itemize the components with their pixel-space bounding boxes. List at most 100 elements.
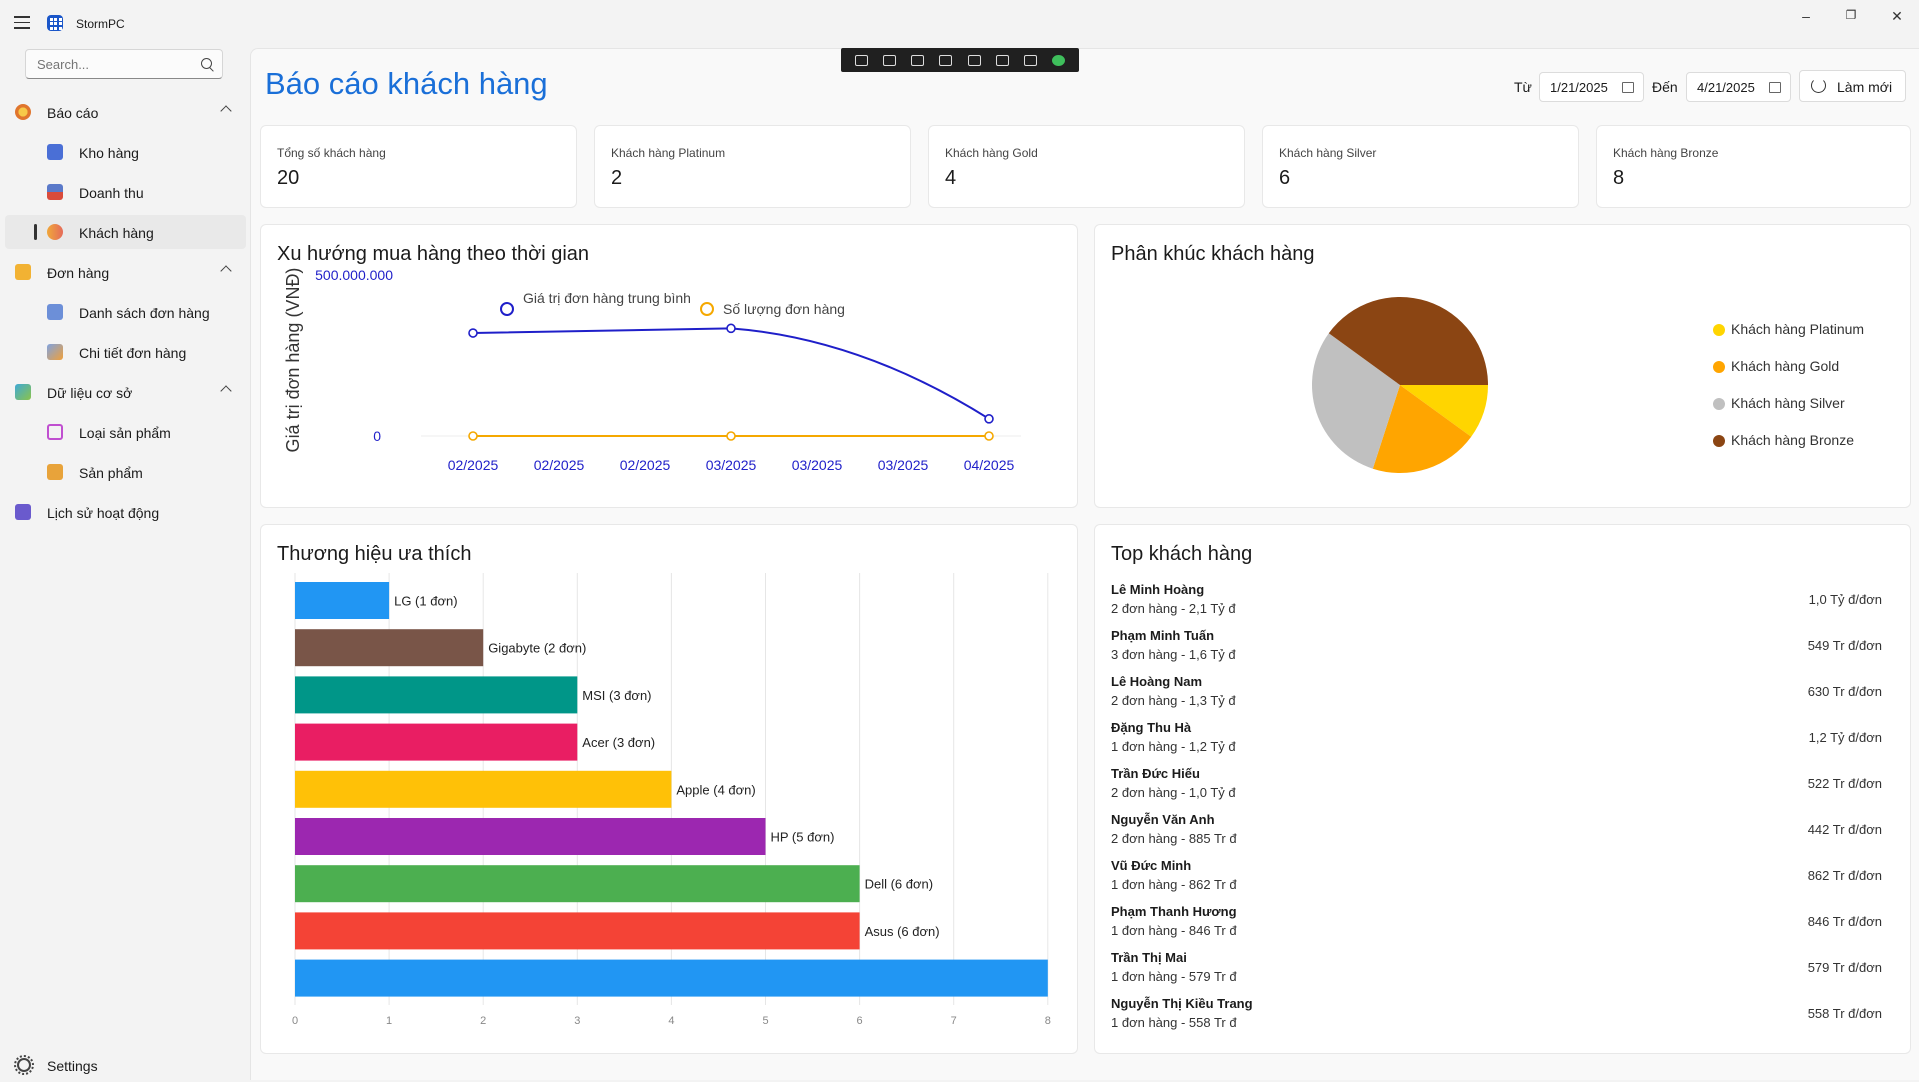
bar bbox=[295, 723, 578, 761]
bar-label: Apple (4 đơn) bbox=[676, 782, 755, 797]
sidebar-item-label: Khách hàng bbox=[79, 225, 154, 241]
search-icon[interactable] bbox=[201, 58, 212, 69]
from-label: Từ bbox=[1514, 79, 1532, 95]
stat-value: 4 bbox=[945, 167, 957, 189]
frame-icon[interactable] bbox=[939, 54, 953, 66]
calendar-icon[interactable] bbox=[1769, 82, 1781, 93]
stat-card-silver: Khách hàng Silver 6 bbox=[1262, 125, 1579, 208]
stat-value: 2 bbox=[611, 167, 623, 189]
floating-debug-toolbar[interactable] bbox=[841, 48, 1079, 72]
gear-icon bbox=[14, 1055, 34, 1075]
bar bbox=[295, 818, 766, 855]
customer-avg-per-order: 846 Tr đ/đơn bbox=[1807, 914, 1882, 929]
x-tick-label: 3 bbox=[574, 1015, 580, 1027]
video-icon[interactable] bbox=[882, 54, 896, 66]
series-point bbox=[468, 328, 478, 338]
customer-avg-per-order: 442 Tr đ/đơn bbox=[1807, 822, 1882, 837]
layout-icon[interactable] bbox=[995, 54, 1009, 66]
warehouse-icon bbox=[47, 144, 63, 160]
hamburger-menu-icon[interactable] bbox=[14, 16, 30, 29]
top-customers-title: Top khách hàng bbox=[1111, 543, 1253, 565]
pointer-icon[interactable] bbox=[911, 54, 925, 66]
display-icon[interactable] bbox=[967, 54, 981, 66]
chevron-up-icon[interactable] bbox=[220, 105, 232, 117]
bar-label: Asus (6 đơn) bbox=[865, 924, 940, 939]
x-tick-label: 0 bbox=[292, 1015, 298, 1027]
stat-card-platinum: Khách hàng Platinum 2 bbox=[594, 125, 911, 208]
sidebar-item-order-detail[interactable]: Chi tiết đơn hàng bbox=[5, 335, 246, 369]
sidebar-item-products[interactable]: Sản phẩm bbox=[5, 455, 246, 489]
legend-dot bbox=[1713, 324, 1725, 336]
order-detail-icon bbox=[47, 344, 63, 360]
segment-chart-card: Phân khúc khách hàng Khách hàng Platinum… bbox=[1094, 224, 1911, 508]
stat-label: Tổng số khách hàng bbox=[277, 146, 386, 160]
close-button[interactable]: ✕ bbox=[1882, 8, 1912, 28]
sidebar-item-order-list[interactable]: Danh sách đơn hàng bbox=[5, 295, 246, 329]
bar-label: HP (5 đơn) bbox=[771, 830, 835, 845]
refresh-button[interactable]: Làm mới bbox=[1799, 70, 1906, 102]
x-tick-label: 03/2025 bbox=[706, 457, 757, 473]
stat-value: 20 bbox=[277, 167, 300, 189]
stat-card-bronze: Khách hàng Bronze 8 bbox=[1596, 125, 1911, 208]
y-tick-label: 0 bbox=[373, 428, 381, 444]
product-types-icon bbox=[47, 424, 63, 440]
search-input[interactable] bbox=[35, 50, 199, 78]
x-tick-label: 04/2025 bbox=[964, 457, 1015, 473]
customer-name: Phạm Thanh Hương bbox=[1111, 904, 1237, 919]
sidebar: Báo cáo Kho hàng Doanh thu Khách hàng Đơ… bbox=[0, 44, 250, 1079]
x-tick-label: 7 bbox=[951, 1015, 957, 1027]
report-chart-icon bbox=[15, 104, 31, 120]
calendar-icon[interactable] bbox=[1622, 82, 1634, 93]
x-tick-label: 6 bbox=[857, 1015, 863, 1027]
settings-label: Settings bbox=[47, 1058, 98, 1074]
customer-orders-summary: 1 đơn hàng - 579 Tr đ bbox=[1111, 969, 1237, 984]
sidebar-group-base-data[interactable]: Dữ liệu cơ sở bbox=[5, 375, 246, 409]
x-tick-label: 2 bbox=[480, 1015, 486, 1027]
sidebar-group-reports[interactable]: Báo cáo bbox=[5, 95, 246, 129]
sidebar-item-label: Sản phẩm bbox=[79, 465, 143, 481]
sidebar-item-inventory[interactable]: Kho hàng bbox=[5, 135, 246, 169]
x-tick-label: 4 bbox=[668, 1015, 674, 1027]
settings-item[interactable]: Settings bbox=[5, 1048, 246, 1082]
restore-button[interactable]: ❐ bbox=[1836, 8, 1866, 28]
customer-orders-summary: 1 đơn hàng - 558 Tr đ bbox=[1111, 1015, 1237, 1030]
sidebar-group-orders[interactable]: Đơn hàng bbox=[5, 255, 246, 289]
accessibility-icon[interactable] bbox=[1024, 54, 1038, 66]
stat-value: 6 bbox=[1279, 167, 1291, 189]
customer-orders-summary: 3 đơn hàng - 1,6 Tỷ đ bbox=[1111, 647, 1236, 662]
legend-marker bbox=[500, 302, 514, 316]
sidebar-item-revenue[interactable]: Doanh thu bbox=[5, 175, 246, 209]
legend-label: Khách hàng Gold bbox=[1731, 358, 1840, 374]
sidebar-item-activity-history[interactable]: Lịch sử hoạt động bbox=[5, 495, 246, 529]
refresh-icon bbox=[1811, 78, 1826, 93]
check-icon[interactable] bbox=[1052, 54, 1066, 66]
activity-history-icon bbox=[15, 504, 31, 520]
customer-avg-per-order: 522 Tr đ/đơn bbox=[1807, 776, 1882, 791]
to-date-picker[interactable]: 4/21/2025 bbox=[1686, 72, 1791, 102]
search-box[interactable] bbox=[25, 49, 223, 79]
customer-name: Lê Hoàng Nam bbox=[1111, 674, 1203, 689]
customer-name: Lê Minh Hoàng bbox=[1111, 582, 1205, 597]
x-tick-label: 1 bbox=[386, 1015, 392, 1027]
legend-label: Số lượng đơn hàng bbox=[723, 301, 845, 317]
customer-name: Trần Thị Mai bbox=[1111, 950, 1187, 965]
from-date-picker[interactable]: 1/21/2025 bbox=[1539, 72, 1644, 102]
sidebar-group-label: Dữ liệu cơ sở bbox=[47, 385, 133, 401]
to-label: Đến bbox=[1652, 79, 1678, 95]
stat-value: 8 bbox=[1613, 167, 1625, 189]
sidebar-item-product-types[interactable]: Loại sản phẩm bbox=[5, 415, 246, 449]
bar bbox=[295, 865, 860, 903]
sidebar-item-customers[interactable]: Khách hàng bbox=[5, 215, 246, 249]
chevron-up-icon[interactable] bbox=[220, 385, 232, 397]
x-tick-label: 02/2025 bbox=[620, 457, 671, 473]
x-tick-label: 5 bbox=[762, 1015, 768, 1027]
chevron-up-icon[interactable] bbox=[220, 265, 232, 277]
legend-dot bbox=[1713, 398, 1725, 410]
customer-avg-per-order: 1,0 Tỷ đ/đơn bbox=[1808, 592, 1882, 607]
customer-orders-summary: 2 đơn hàng - 885 Tr đ bbox=[1111, 831, 1237, 846]
revenue-icon bbox=[47, 184, 63, 200]
select-element-icon[interactable] bbox=[854, 54, 868, 66]
stat-card-total: Tổng số khách hàng 20 bbox=[260, 125, 577, 208]
sidebar-item-label: Chi tiết đơn hàng bbox=[79, 345, 187, 361]
minimize-button[interactable]: – bbox=[1791, 8, 1821, 28]
